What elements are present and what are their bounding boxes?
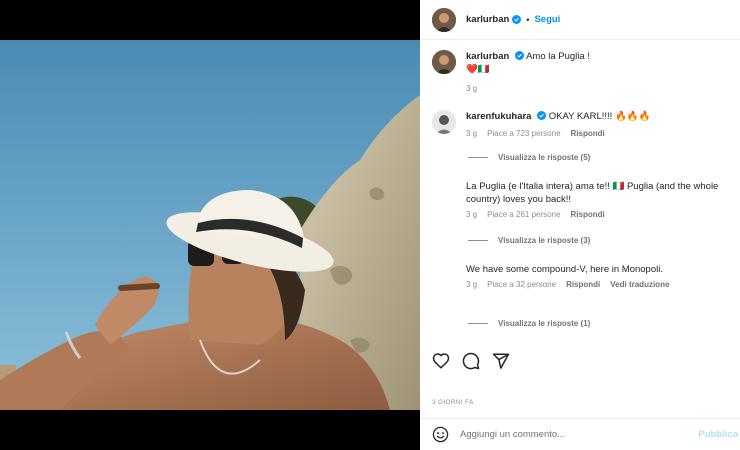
view-replies-label: Visualizza le risposte (5): [498, 153, 591, 162]
caption-time: 3 g: [466, 84, 478, 93]
comment-item: We have some compound-V, here in Monopol…: [466, 263, 738, 289]
caption-avatar[interactable]: [432, 50, 456, 74]
separator-dot: •: [526, 14, 530, 25]
post-panel: karlurban • Segui karlurban Amo la Pugli…: [420, 0, 740, 450]
comment-time: 3 g: [466, 210, 478, 219]
comment-time: 3 g: [466, 280, 478, 289]
reply-button[interactable]: Rispondi: [571, 127, 605, 140]
caption-text: Amo la Puglia !: [526, 51, 590, 62]
media-area: [0, 0, 420, 450]
comment-time: 3 g: [466, 129, 478, 138]
view-replies-label: Visualizza le risposte (1): [498, 319, 591, 328]
view-replies-button[interactable]: Visualizza le risposte (1): [468, 319, 740, 328]
add-comment-bar: Pubblica: [420, 418, 740, 450]
comment-text: We have some compound-V, here in Monopol…: [466, 264, 663, 275]
action-bar: [432, 352, 510, 370]
avatar[interactable]: [432, 7, 456, 32]
commenter-avatar[interactable]: [432, 110, 456, 134]
comment-likes[interactable]: Piace a 32 persone: [487, 280, 556, 289]
heart-icon[interactable]: [432, 352, 450, 370]
reply-button[interactable]: Rispondi: [566, 280, 600, 289]
comment-text: OKAY KARL!!!! 🔥🔥🔥: [548, 111, 651, 122]
share-icon[interactable]: [492, 352, 510, 370]
replies-divider: [468, 157, 488, 158]
publish-button[interactable]: Pubblica: [698, 429, 738, 440]
comment-likes[interactable]: Piace a 261 persone: [487, 210, 560, 219]
post-date: 3 GIORNI FA: [432, 399, 474, 406]
emoji-icon[interactable]: [432, 426, 449, 443]
comment-text: La Puglia (e l'Italia intera) ama te!! 🇮…: [466, 181, 719, 205]
post-photo[interactable]: [0, 40, 420, 410]
post-caption: karlurban Amo la Puglia ! ❤️🇮🇹 3 g: [432, 50, 732, 95]
comment-item: karenfukuhara OKAY KARL!!!! 🔥🔥🔥 3 g Piac…: [432, 110, 732, 140]
comment-likes[interactable]: Piace a 723 persone: [487, 127, 560, 140]
replies-divider: [468, 323, 488, 324]
caption-emoji: ❤️🇮🇹: [466, 64, 490, 75]
follow-button[interactable]: Segui: [534, 14, 560, 25]
verified-icon: [512, 15, 522, 24]
reply-button[interactable]: Rispondi: [571, 210, 605, 219]
username[interactable]: karlurban: [466, 14, 509, 25]
replies-divider: [468, 240, 488, 241]
post-header: karlurban • Segui: [420, 0, 740, 40]
view-replies-button[interactable]: Visualizza le risposte (5): [468, 153, 740, 162]
verified-icon: [537, 111, 547, 120]
comment-icon[interactable]: [462, 352, 480, 370]
caption-username[interactable]: karlurban: [466, 51, 509, 62]
verified-icon: [514, 51, 524, 60]
commenter-username[interactable]: karenfukuhara: [466, 111, 531, 122]
comment-input[interactable]: [460, 429, 700, 440]
comment-item: La Puglia (e l'Italia intera) ama te!! 🇮…: [466, 180, 738, 219]
view-replies-label: Visualizza le risposte (3): [498, 236, 591, 245]
view-replies-button[interactable]: Visualizza le risposte (3): [468, 236, 740, 245]
translate-button[interactable]: Vedi traduzione: [610, 280, 669, 289]
